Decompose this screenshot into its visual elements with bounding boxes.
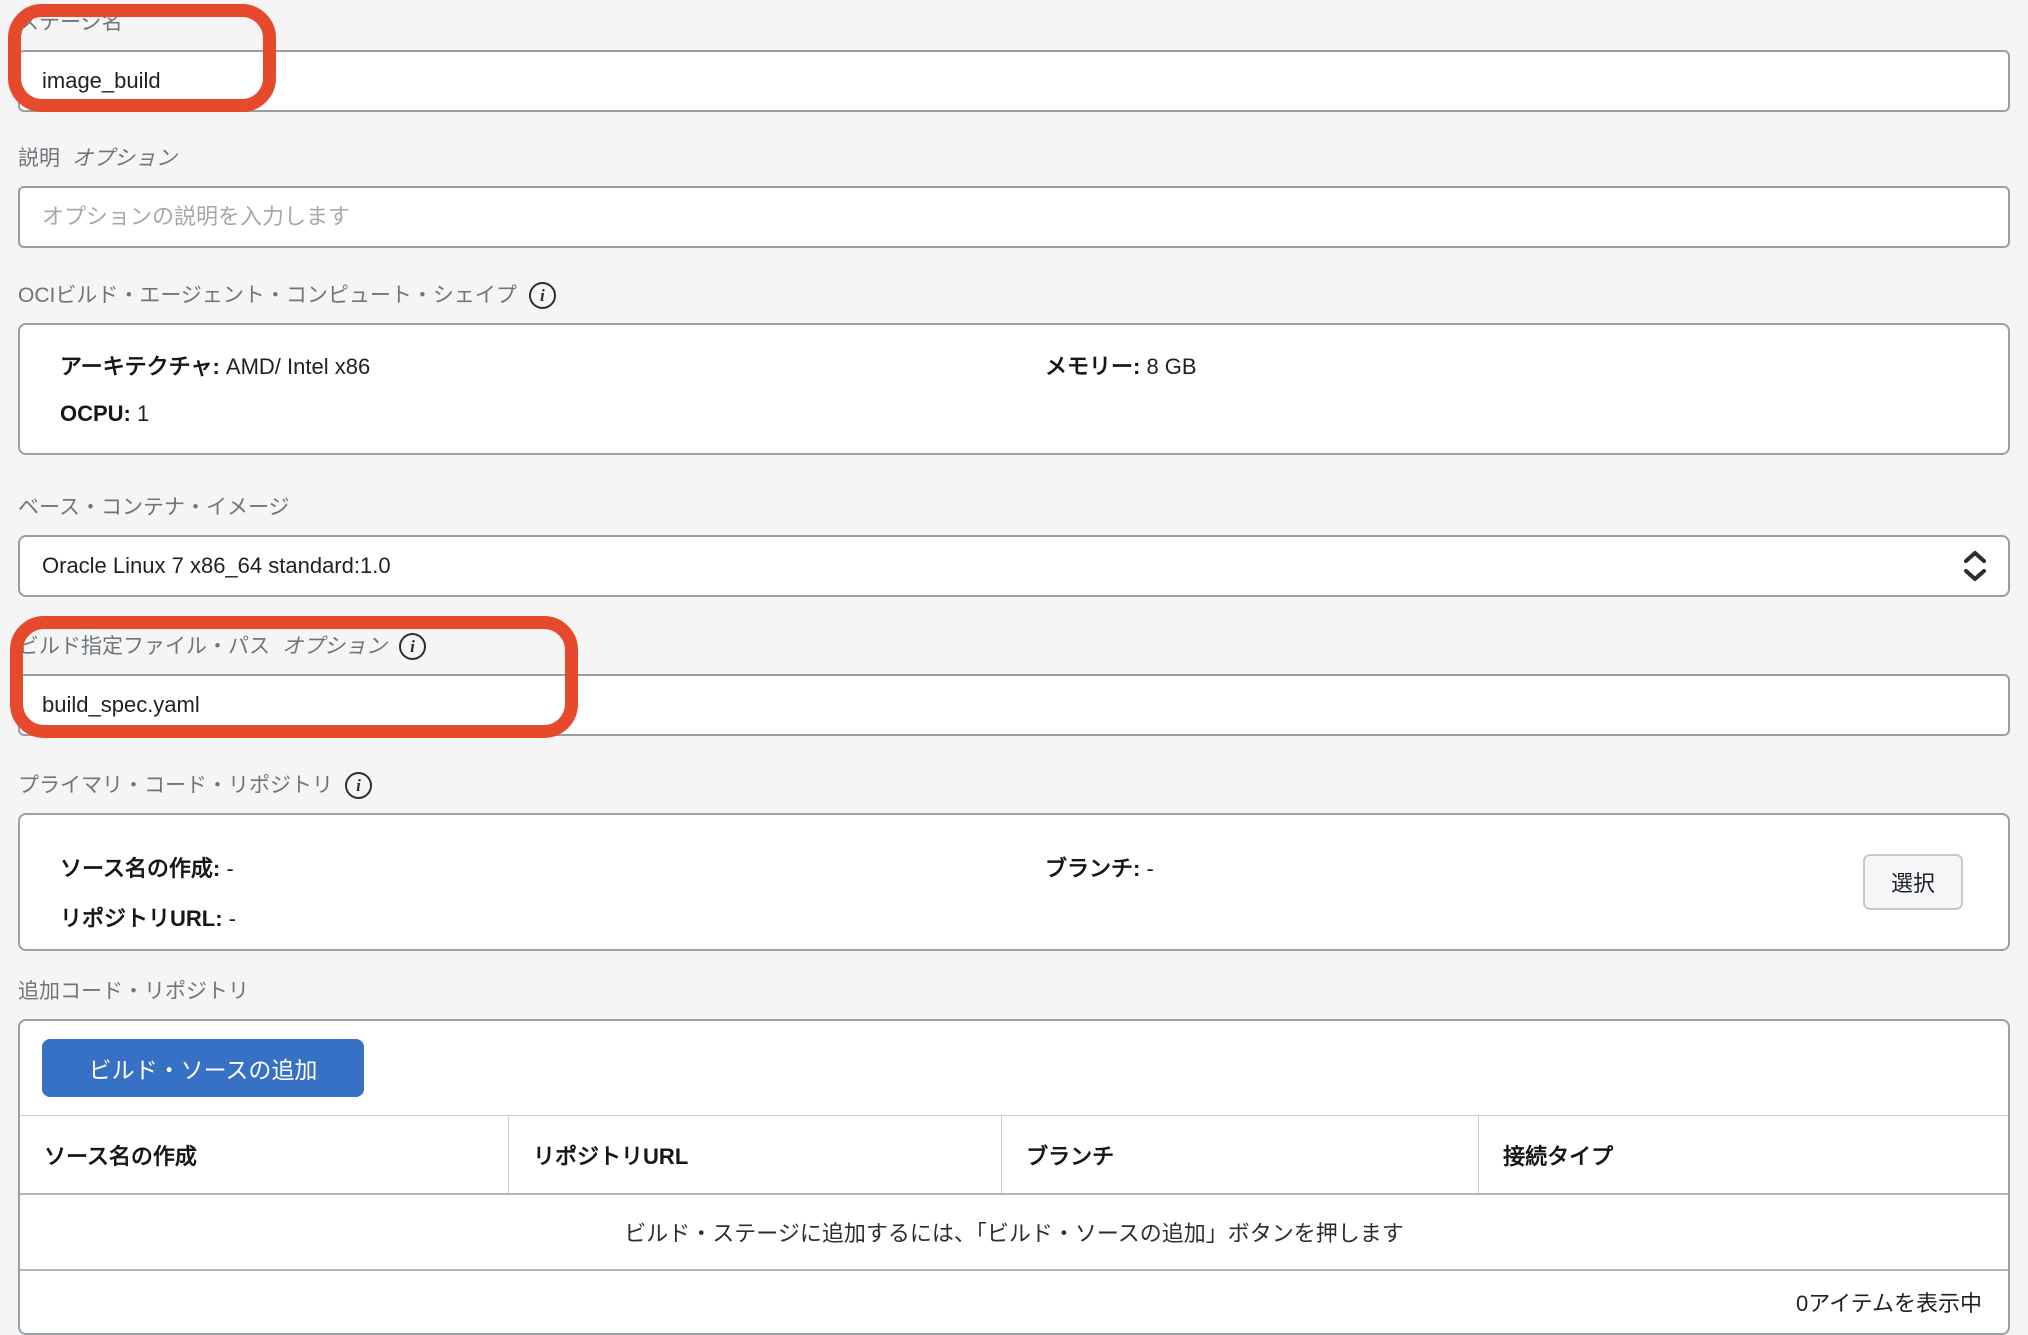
build-stage-form: ステージ名 説明 オプション OCIビルド・エージェント・コンピュート・シェイプ…	[0, 0, 2028, 1335]
info-icon[interactable]: i	[399, 633, 426, 660]
stage-name-label-text: ステージ名	[18, 10, 123, 36]
column-header-connection-type[interactable]: 接続タイプ	[1479, 1116, 2008, 1193]
memory-field: メモリー: 8 GB	[1045, 349, 2008, 381]
table-action-row: ビルド・ソースの追加	[20, 1021, 2008, 1115]
info-icon[interactable]: i	[345, 772, 372, 799]
compute-shape-label: OCIビルド・エージェント・コンピュート・シェイプ i	[18, 282, 2010, 309]
primary-repo-box: ソース名の作成: - ブランチ: - リポジトリURL: - 選択	[18, 813, 2010, 951]
architecture-value: AMD/ Intel x86	[226, 354, 370, 379]
architecture-label: アーキテクチャ:	[60, 354, 220, 379]
base-image-select[interactable]: Oracle Linux 7 x86_64 standard:1.0	[18, 535, 2010, 597]
primary-repo-label: プライマリ・コード・リポジトリ i	[18, 772, 2010, 799]
stage-name-input[interactable]	[18, 50, 2010, 112]
base-image-label-text: ベース・コンテナ・イメージ	[18, 495, 290, 521]
stage-name-label: ステージ名	[18, 10, 2010, 36]
memory-value: 8 GB	[1146, 354, 1196, 379]
table-header-row: ソース名の作成 リポジトリURL ブランチ 接続タイプ	[20, 1115, 2008, 1195]
source-name-label: ソース名の作成:	[60, 856, 220, 881]
memory-label: メモリー:	[1045, 354, 1140, 379]
compute-shape-label-text: OCIビルド・エージェント・コンピュート・シェイプ	[18, 283, 517, 309]
ocpu-value: 1	[137, 401, 149, 426]
description-optional-label: オプション	[72, 146, 177, 172]
description-input[interactable]	[18, 186, 2010, 248]
compute-shape-box: アーキテクチャ: AMD/ Intel x86 メモリー: 8 GB OCPU:…	[18, 323, 2010, 455]
repo-url-field: リポジトリURL: -	[60, 901, 1045, 933]
build-spec-input[interactable]	[18, 674, 2010, 736]
chevron-up-down-icon	[1962, 549, 1988, 583]
ocpu-field: OCPU: 1	[60, 401, 1045, 427]
branch-label: ブランチ:	[1045, 856, 1140, 881]
primary-repo-label-text: プライマリ・コード・リポジトリ	[18, 773, 333, 799]
additional-repos-label-text: 追加コード・リポジトリ	[18, 979, 249, 1005]
source-name-field: ソース名の作成: -	[60, 851, 1045, 883]
base-image-selected-value: Oracle Linux 7 x86_64 standard:1.0	[42, 553, 391, 579]
branch-value: -	[1146, 856, 1153, 881]
build-spec-optional-label: オプション	[282, 634, 387, 660]
architecture-field: アーキテクチャ: AMD/ Intel x86	[60, 349, 1045, 381]
column-header-repo-url[interactable]: リポジトリURL	[509, 1116, 1002, 1193]
info-icon[interactable]: i	[529, 282, 556, 309]
repo-url-label: リポジトリURL:	[60, 906, 223, 931]
description-label: 説明 オプション	[18, 146, 2010, 172]
build-spec-label: ビルド指定ファイル・パス オプション i	[18, 633, 2010, 660]
build-spec-label-text: ビルド指定ファイル・パス	[18, 634, 270, 660]
add-build-source-button[interactable]: ビルド・ソースの追加	[42, 1039, 364, 1097]
select-repo-button[interactable]: 選択	[1863, 854, 1963, 910]
table-empty-message: ビルド・ステージに追加するには、「ビルド・ソースの追加」ボタンを押します	[20, 1195, 2008, 1271]
additional-repos-table: ビルド・ソースの追加 ソース名の作成 リポジトリURL ブランチ 接続タイプ ビ…	[18, 1019, 2010, 1335]
additional-repos-label: 追加コード・リポジトリ	[18, 979, 2010, 1005]
description-label-text: 説明	[18, 146, 60, 172]
source-name-value: -	[226, 856, 233, 881]
ocpu-label: OCPU:	[60, 401, 131, 426]
column-header-branch[interactable]: ブランチ	[1002, 1116, 1479, 1193]
repo-url-value: -	[229, 906, 236, 931]
base-image-label: ベース・コンテナ・イメージ	[18, 495, 2010, 521]
column-header-source-name[interactable]: ソース名の作成	[20, 1116, 509, 1193]
